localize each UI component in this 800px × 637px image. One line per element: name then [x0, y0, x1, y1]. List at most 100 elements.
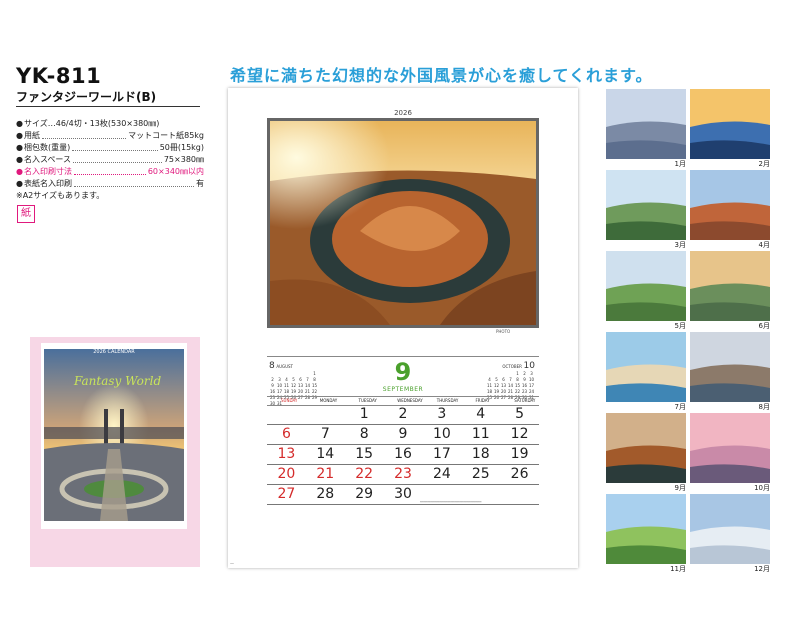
mini-day: 3 — [530, 371, 533, 376]
month-thumbnail-photo — [690, 494, 770, 564]
day-cell: 11 — [471, 426, 490, 442]
day-cell: 6 — [281, 426, 291, 442]
product-name: ファンタジーワールド(B) — [16, 90, 157, 104]
mini-day — [500, 371, 507, 376]
mini-day — [276, 371, 283, 376]
mini-day: 15 — [311, 383, 318, 388]
mini-day — [283, 371, 290, 376]
mini-day: 22 — [311, 389, 318, 394]
month-thumbnail-photo — [606, 251, 686, 321]
mini-day — [507, 371, 514, 376]
weekday-label: THURSDAY — [436, 398, 459, 403]
spec-row: ● サイズ…46/4切・13枚(530×380㎜) — [16, 118, 204, 130]
spec-row: ● 名入印刷寸法 60×340㎜以内 — [16, 166, 204, 178]
mini-day: 5 — [495, 377, 498, 382]
week-row: 27 28 29 30 — [267, 485, 539, 505]
week-row: 13 14 15 16 17 18 19 — [267, 445, 539, 465]
mini-day: 8 — [516, 377, 519, 382]
month-thumbnail-photo — [690, 332, 770, 402]
day-cell: 24 — [432, 466, 451, 482]
calendar-grid: 1 2 3 4 5 6 7 8 9 10 11 12 13 14 15 16 17 18 19 20 21 22 23 24 2… — [267, 405, 539, 505]
mini-day: 13 — [297, 383, 304, 388]
mini-day: 20 — [297, 389, 304, 394]
mini-day: 12 — [493, 383, 500, 388]
day-cell: 30 — [394, 486, 412, 502]
paper-badge: 紙 — [17, 205, 35, 223]
cover-caption: 2026 CALENDAR — [93, 349, 135, 355]
mini-day: 6 — [502, 377, 505, 382]
day-cell: 26 — [510, 466, 529, 482]
spec-label: サイズ…46/4切・13枚(530×380㎜) — [23, 119, 160, 128]
mini-day: 9 — [271, 383, 274, 388]
day-cell: 21 — [316, 466, 335, 482]
mini-day: 23 — [521, 389, 528, 394]
day-cell: 7 — [320, 426, 330, 442]
divider — [16, 106, 200, 107]
month-label: 12月 — [754, 565, 770, 573]
day-cell: 15 — [355, 446, 374, 462]
mini-day: 19 — [290, 389, 297, 394]
mini-day: 18 — [283, 389, 290, 394]
headline: 希望に満ちた幻想的な外国風景が心を癒してくれます。 — [230, 66, 653, 85]
week-row: 6 7 8 9 10 11 12 — [267, 425, 539, 445]
day-cell: 25 — [471, 466, 490, 482]
mini-day: 7 — [306, 377, 309, 382]
spec-label: 梱包数(重量) — [23, 143, 71, 152]
weekday-label: SATURDAY — [514, 398, 536, 403]
day-cell: 19 — [510, 446, 529, 462]
month-label: 1月 — [674, 160, 686, 168]
mini-day — [304, 371, 311, 376]
mini-day: 7 — [509, 377, 512, 382]
month-label: 8月 — [758, 403, 770, 411]
day-cell: 4 — [476, 406, 486, 422]
mini-day: 4 — [285, 377, 288, 382]
mini-day — [486, 371, 493, 376]
month-label: 7月 — [674, 403, 686, 411]
mini-day: 21 — [304, 389, 311, 394]
month-label: 4月 — [758, 241, 770, 249]
mini-day: 3 — [278, 377, 281, 382]
mini-day: 11 — [486, 383, 493, 388]
day-cell: 12 — [510, 426, 529, 442]
month-thumbnail-photo — [606, 413, 686, 483]
mini-day: 19 — [493, 389, 500, 394]
spec-value: マットコート紙85kg — [128, 131, 204, 140]
mini-day: 17 — [276, 389, 283, 394]
mini-day: 10 — [528, 377, 535, 382]
day-cell: 28 — [316, 486, 335, 502]
day-cell — [267, 405, 306, 424]
spec-row: ● 名入スペース 75×380㎜ — [16, 154, 204, 166]
month-thumbnail-photo — [690, 89, 770, 159]
mini-day: 13 — [500, 383, 507, 388]
day-cell — [306, 405, 345, 424]
day-cell: 8 — [359, 426, 369, 442]
weekday-label: SUNDAY — [281, 398, 298, 403]
calendar-footer-text: ━━━━━━━━━━━━━━━━━━━━━━━━━━━━━━━━━━ — [420, 500, 482, 504]
weekday-label: TUESDAY — [358, 398, 377, 403]
mini-day: 21 — [507, 389, 514, 394]
spec-label: 名入印刷寸法 — [23, 167, 72, 176]
mini-day: 24 — [528, 389, 535, 394]
mini-day: 16 — [269, 389, 276, 394]
spec-row: ● 表紙名入印刷 有 — [16, 178, 204, 190]
photo-credit: PHOTO — [496, 329, 511, 334]
month-label: 2月 — [758, 160, 770, 168]
month-label: 11月 — [670, 565, 686, 573]
month-label: 5月 — [674, 322, 686, 330]
day-cell: 14 — [316, 446, 335, 462]
dotted-leader — [73, 154, 162, 163]
day-cell: 20 — [277, 466, 296, 482]
mini-day — [269, 371, 276, 376]
bullet-icon: ● — [16, 179, 23, 188]
mini-day: 6 — [299, 377, 302, 382]
month-thumbnail-photo — [606, 332, 686, 402]
spec-row: ● 梱包数(重量) 50冊(15kg) — [16, 142, 204, 154]
product-code: YK-811 — [16, 64, 102, 88]
month-thumbnail-photo — [690, 170, 770, 240]
day-cell: 22 — [355, 466, 374, 482]
bullet-icon: ● — [16, 119, 23, 128]
day-cell: 23 — [394, 466, 412, 482]
week-row: 1 2 3 4 5 — [267, 405, 539, 425]
day-cell: 10 — [432, 426, 451, 442]
weekday-label: WEDNESDAY — [397, 398, 423, 403]
